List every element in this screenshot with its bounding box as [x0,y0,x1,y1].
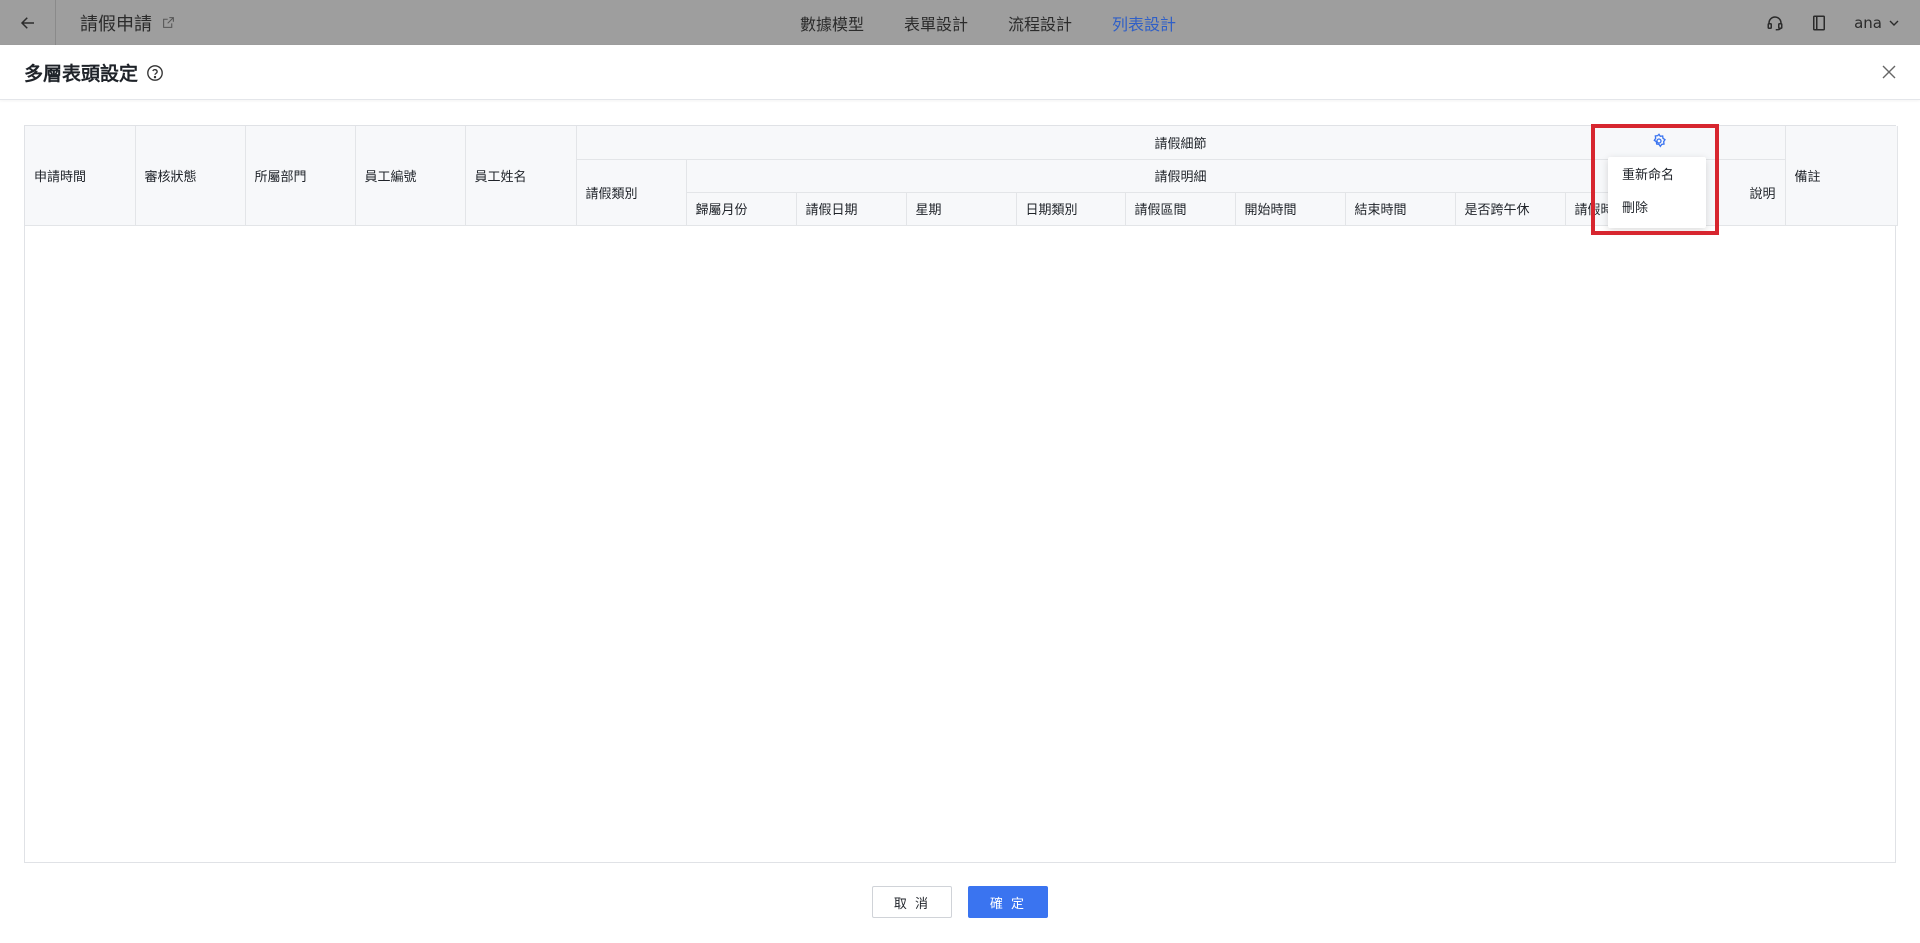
group-leave-items[interactable]: 請假明細 [686,159,1676,193]
tab-flow-design[interactable]: 流程設計 [1008,11,1072,35]
menu-item-delete[interactable]: 刪除 [1608,190,1706,223]
col-leave-type[interactable]: 請假類別 [576,159,687,226]
col-leave-date[interactable]: 請假日期 [796,192,907,226]
headset-icon[interactable] [1766,14,1784,32]
tab-list-design[interactable]: 列表設計 [1112,11,1176,35]
modal-header: 多層表頭設定 [0,45,1920,100]
col-employee-no[interactable]: 員工編號 [355,126,466,226]
col-date-type[interactable]: 日期類別 [1016,192,1126,226]
col-apply-time[interactable]: 申請時間 [25,126,136,226]
modal-title-text: 多層表頭設定 [24,63,139,85]
user-menu[interactable]: ana [1854,14,1900,32]
designer-tabs: 數據模型 表單設計 流程設計 列表設計 [800,0,1176,45]
modal-title: 多層表頭設定 [24,45,164,100]
book-icon[interactable] [1810,14,1828,32]
app-title-text: 請假申請 [80,13,152,35]
menu-item-rename[interactable]: 重新命名 [1608,157,1706,190]
group-leave-detail[interactable]: 請假細節 [576,126,1786,160]
chevron-down-icon [1889,20,1899,26]
app-title: 請假申請 [80,0,175,45]
modal-footer: 取 消 確 定 [0,886,1920,920]
gear-icon[interactable] [1651,133,1667,149]
col-month[interactable]: 歸屬月份 [686,192,797,226]
arrow-left-icon [20,16,34,29]
col-end-time[interactable]: 結束時間 [1345,192,1456,226]
top-right-actions: ana [1766,0,1900,45]
back-button[interactable] [0,0,56,45]
col-start-time[interactable]: 開始時間 [1235,192,1346,226]
col-weekday[interactable]: 星期 [906,192,1017,226]
col-remark[interactable]: 備註 [1785,126,1898,226]
header-table-container: 申請時間 審核狀態 所屬部門 員工編號 員工姓名 請假細節 備註 請假類別 請假… [24,125,1898,863]
help-icon[interactable] [146,64,164,82]
col-department[interactable]: 所屬部門 [245,126,356,226]
col-review-status[interactable]: 審核狀態 [135,126,246,226]
tab-form-design[interactable]: 表單設計 [904,11,968,35]
col-employee-name[interactable]: 員工姓名 [465,126,577,226]
col-leave-period[interactable]: 請假區間 [1125,192,1236,226]
col-cross-lunch[interactable]: 是否跨午休 [1455,192,1566,226]
top-bar: 請假申請 數據模型 表單設計 流程設計 列表設計 ana [0,0,1920,45]
user-name: ana [1854,13,1882,32]
cancel-button[interactable]: 取 消 [872,886,952,918]
external-link-icon[interactable] [162,16,175,29]
tab-data-model[interactable]: 數據模型 [800,11,864,35]
column-context-menu: 重新命名 刪除 [1608,157,1706,228]
confirm-button[interactable]: 確 定 [968,886,1048,918]
close-icon[interactable] [1880,63,1898,81]
